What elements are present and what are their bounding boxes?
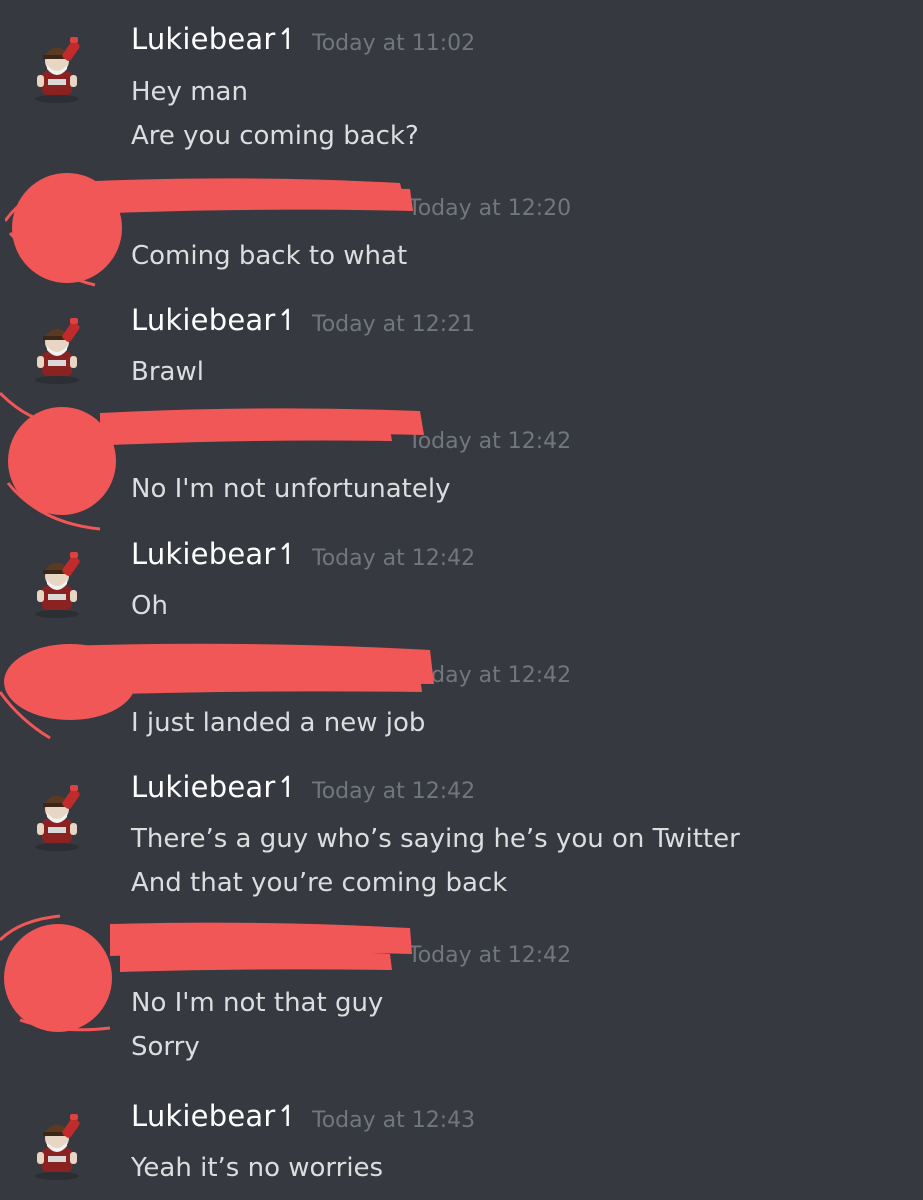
username[interactable]: Lukiebear↿: [131, 303, 300, 337]
message-text: Coming back to what: [131, 241, 408, 271]
timestamp[interactable]: Today at 12:42: [312, 779, 475, 804]
username[interactable]: Lukiebear↿: [131, 537, 300, 571]
message-text: No I'm not unfortunately: [131, 474, 451, 504]
message-text: Sorry: [131, 1032, 200, 1062]
message-text: No I'm not that guy: [131, 988, 384, 1018]
message-text: Are you coming back?: [131, 121, 419, 151]
avatar-lukiebear[interactable]: [22, 316, 92, 386]
timestamp[interactable]: Today at 12:21: [312, 312, 475, 337]
message-text: Brawl: [131, 357, 204, 387]
avatar-lukiebear[interactable]: [22, 1112, 92, 1182]
avatar-lukiebear[interactable]: [22, 35, 92, 105]
message-text: Yeah it’s no worries: [131, 1153, 384, 1183]
avatar-redacted[interactable]: [22, 200, 92, 270]
username[interactable]: Lukiebear↿: [131, 770, 300, 804]
avatar-lukiebear[interactable]: [22, 550, 92, 620]
avatar-redacted[interactable]: [22, 667, 92, 737]
timestamp[interactable]: Today at 12:42: [312, 546, 475, 571]
timestamp[interactable]: Today at 12:42: [408, 429, 571, 454]
avatar-redacted[interactable]: [22, 433, 92, 503]
message-text: I just landed a new job: [131, 708, 426, 738]
message-text: There’s a guy who’s saying he’s you on T…: [131, 824, 740, 854]
timestamp[interactable]: Today at 12:42: [408, 663, 571, 688]
avatar-lukiebear[interactable]: [22, 783, 92, 853]
timestamp[interactable]: Today at 12:43: [312, 1108, 475, 1133]
message-text: Oh: [131, 591, 168, 621]
message-text: Hey man: [131, 77, 248, 107]
message-text: And that you’re coming back: [131, 868, 508, 898]
timestamp[interactable]: Today at 12:20: [408, 196, 571, 221]
username[interactable]: Lukiebear↿: [131, 22, 300, 56]
avatar-redacted[interactable]: [22, 947, 92, 1017]
timestamp[interactable]: Today at 11:02: [312, 31, 475, 56]
username[interactable]: Lukiebear↿: [131, 1099, 300, 1133]
timestamp[interactable]: Today at 12:42: [408, 943, 571, 968]
